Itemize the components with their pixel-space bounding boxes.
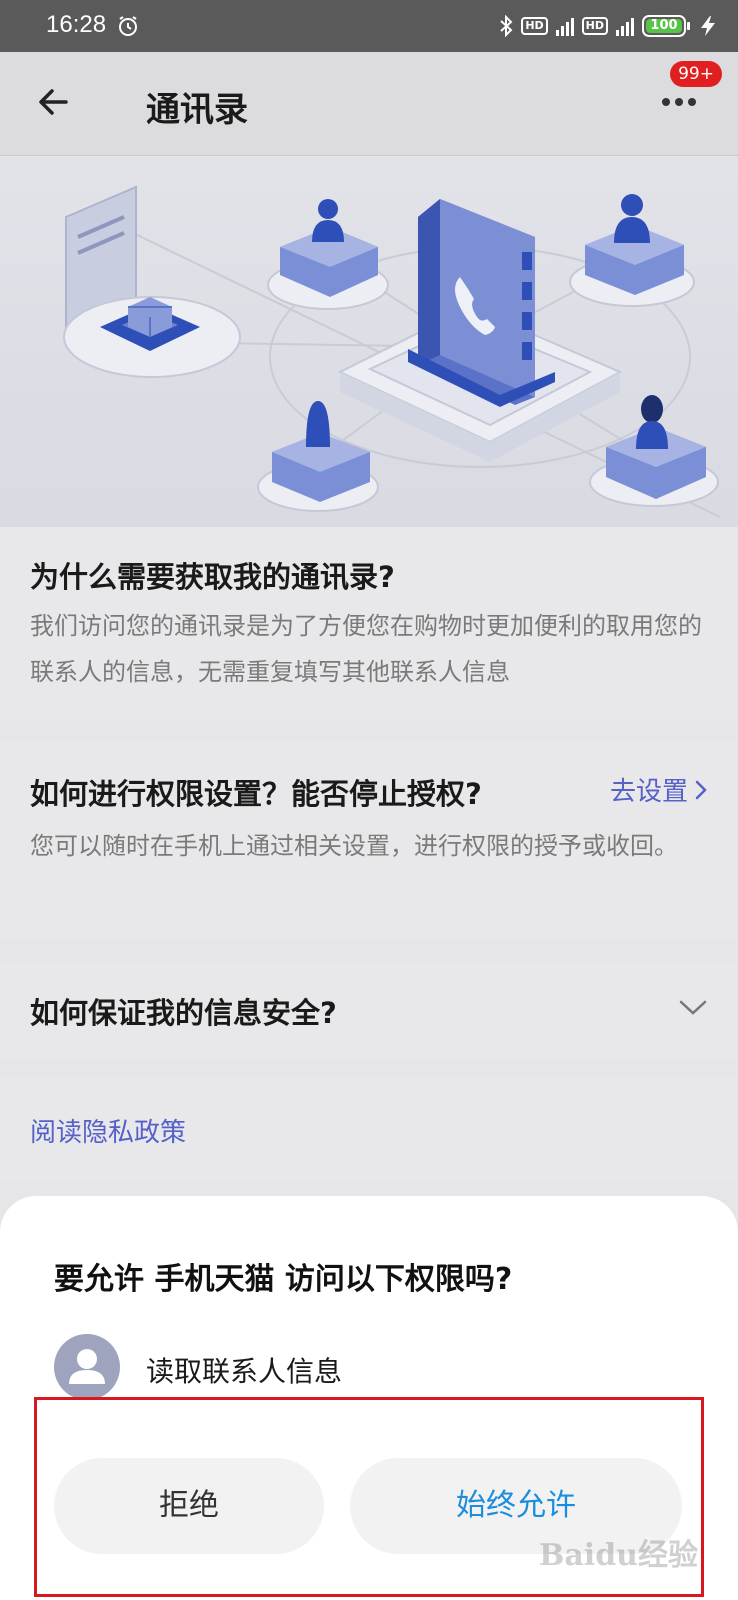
why-heading: 为什么需要获取我的通讯录?	[30, 560, 395, 594]
settings-heading: 如何进行权限设置？能否停止授权?	[30, 777, 482, 811]
charging-icon	[701, 16, 715, 36]
page-title: 通讯录	[146, 90, 248, 130]
bluetooth-icon	[500, 15, 513, 37]
hd-indicator-2: HD	[581, 17, 608, 35]
security-heading: 如何保证我的信息安全?	[30, 996, 337, 1030]
contacts-permission-icon	[54, 1334, 120, 1400]
go-settings-label: 去设置	[609, 777, 688, 807]
hd-indicator: HD	[521, 17, 548, 35]
chevron-down-icon[interactable]	[678, 996, 708, 1018]
baidu-watermark: Baidu经验	[539, 1538, 698, 1573]
privacy-policy-link[interactable]: 阅读隐私政策	[30, 1112, 186, 1149]
signal-icon-2	[616, 16, 634, 36]
chevron-right-icon	[695, 780, 707, 799]
alarm-icon	[119, 16, 137, 36]
contacts-illustration	[0, 157, 738, 527]
go-settings-link[interactable]: 去设置	[610, 771, 708, 808]
top-app-bar: 通讯录 99+	[0, 52, 738, 156]
privacy-section: 阅读隐私政策	[0, 1078, 738, 1182]
why-section: 为什么需要获取我的通讯录? 我们访问您的通讯录是为了方便您在购物时更加便利的取用…	[0, 527, 738, 720]
battery-level: 100	[646, 19, 682, 33]
back-arrow-icon[interactable]	[34, 82, 74, 122]
battery-icon: 100	[642, 15, 690, 37]
notification-badge: 99+	[670, 61, 722, 87]
settings-section: 如何进行权限设置？能否停止授权? 去设置 您可以随时在手机上通过相关设置，进行权…	[0, 741, 738, 940]
status-time: 16:28	[46, 11, 107, 38]
dialog-title: 要允许 手机天猫 访问以下权限吗?	[54, 1262, 513, 1297]
permission-label: 读取联系人信息	[146, 1355, 343, 1388]
signal-icon	[555, 16, 574, 36]
why-body: 我们访问您的通讯录是为了方便您在购物时更加便利的取用您的联系人的信息，无需重复填…	[30, 612, 702, 686]
settings-body: 您可以随时在手机上通过相关设置，进行权限的授予或收回。	[30, 832, 678, 860]
security-section[interactable]: 如何保证我的信息安全?	[0, 962, 738, 1058]
more-options-icon[interactable]	[662, 92, 702, 112]
deny-button[interactable]: 拒绝	[54, 1458, 324, 1554]
status-bar: 16:28 HD HD 100	[0, 0, 738, 52]
illustration-graphic	[0, 157, 738, 527]
permission-dialog: 要允许 手机天猫 访问以下权限吗? 读取联系人信息 拒绝 始终允许 Baidu经…	[0, 1196, 738, 1600]
